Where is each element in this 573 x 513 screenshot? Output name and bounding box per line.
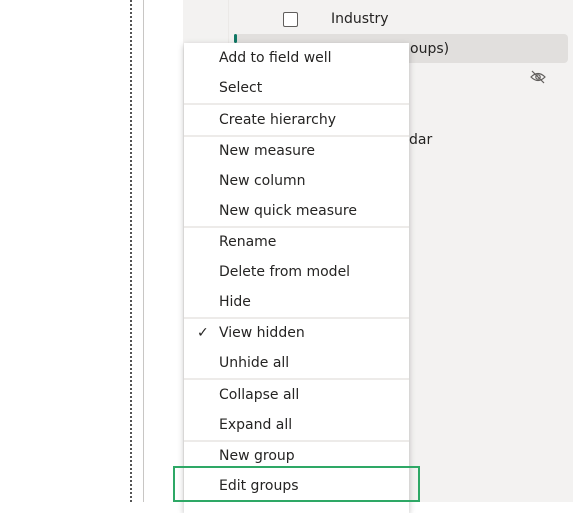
canvas-border — [130, 0, 132, 502]
menu-item-expand-all[interactable]: Expand all — [184, 410, 409, 440]
menu-item-unhide-all[interactable]: Unhide all — [184, 348, 409, 378]
pane-divider[interactable] — [143, 0, 144, 502]
menu-item-hide[interactable]: Hide — [184, 287, 409, 317]
menu-item-collapse-all[interactable]: Collapse all — [184, 380, 409, 410]
context-menu: Add to field well Select Create hierarch… — [184, 43, 409, 513]
menu-item-delete-from-model[interactable]: Delete from model — [184, 257, 409, 287]
menu-item-new-measure[interactable]: New measure — [184, 136, 409, 166]
menu-item-new-quick-measure[interactable]: New quick measure — [184, 196, 409, 226]
menu-item-rename[interactable]: Rename — [184, 227, 409, 257]
field-calendar[interactable]: dar — [409, 132, 432, 148]
field-industry[interactable]: Industry — [331, 11, 389, 27]
checkmark-icon: ✓ — [197, 325, 209, 341]
menu-item-view-hidden[interactable]: ✓ View hidden — [184, 318, 409, 348]
menu-item-create-hierarchy[interactable]: Create hierarchy — [184, 105, 409, 135]
menu-item-new-column[interactable]: New column — [184, 166, 409, 196]
industry-checkbox[interactable] — [283, 12, 298, 27]
menu-item-label: View hidden — [219, 325, 305, 341]
menu-item-select[interactable]: Select — [184, 73, 409, 103]
menu-item-add-to-field-well[interactable]: Add to field well — [184, 43, 409, 73]
eye-slash-icon[interactable] — [530, 70, 546, 84]
edit-groups-highlight — [173, 466, 420, 502]
selected-field-label[interactable]: oups) — [410, 41, 449, 57]
selection-marker — [234, 34, 237, 43]
